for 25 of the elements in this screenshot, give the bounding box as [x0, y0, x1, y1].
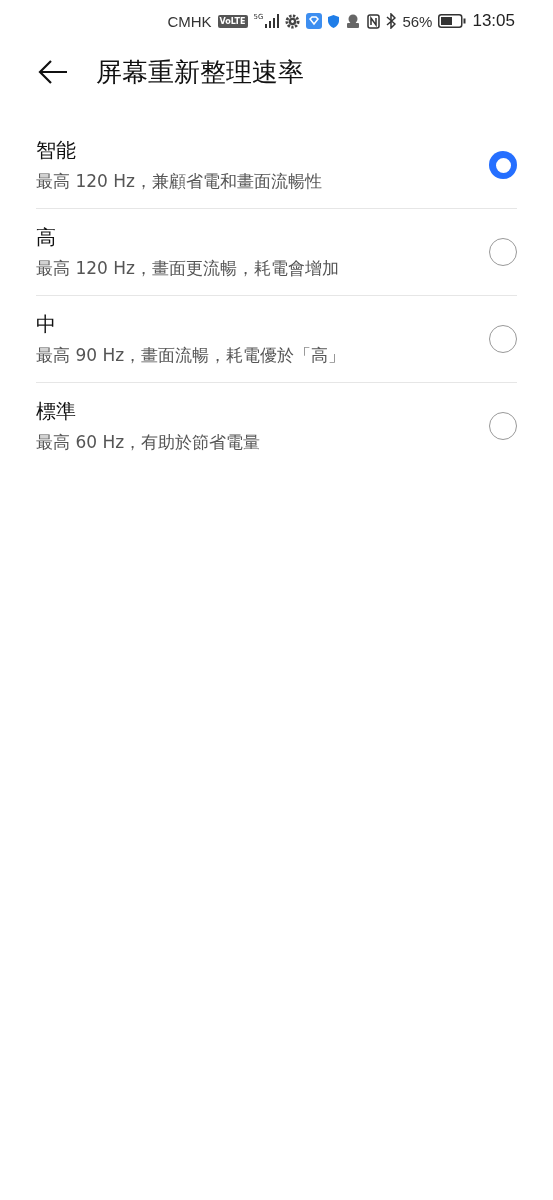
radio-button[interactable] [489, 325, 517, 353]
option-description: 最高 120 Hz，畫面更流暢，耗電會增加 [36, 257, 340, 280]
battery-icon [438, 14, 467, 28]
option-title: 高 [36, 224, 57, 251]
gear-icon [285, 13, 301, 29]
radio-button[interactable] [489, 151, 517, 179]
bluetooth-icon [386, 13, 397, 29]
option-description: 最高 120 Hz，兼顧省電和畫面流暢性 [36, 170, 323, 193]
signal-icon [265, 14, 280, 28]
option-title: 中 [36, 311, 57, 338]
battery-percent: 56% [402, 12, 433, 30]
volte-badge: VoLTE [217, 14, 248, 28]
nfc-icon [367, 13, 381, 29]
robot-icon [345, 13, 362, 29]
app-icon [306, 13, 323, 29]
carrier-name: CMHK [167, 12, 212, 30]
option-title: 標準 [36, 398, 77, 425]
radio-button[interactable] [489, 412, 517, 440]
option-title: 智能 [36, 137, 77, 164]
option-description: 最高 90 Hz，畫面流暢，耗電優於「高」 [36, 344, 347, 367]
page-title: 屏幕重新整理速率 [96, 55, 304, 89]
option-description: 最高 60 Hz，有助於節省電量 [36, 431, 262, 454]
shield-icon [328, 14, 340, 28]
radio-button[interactable] [489, 238, 517, 266]
clock-time: 13:05 [472, 11, 515, 31]
